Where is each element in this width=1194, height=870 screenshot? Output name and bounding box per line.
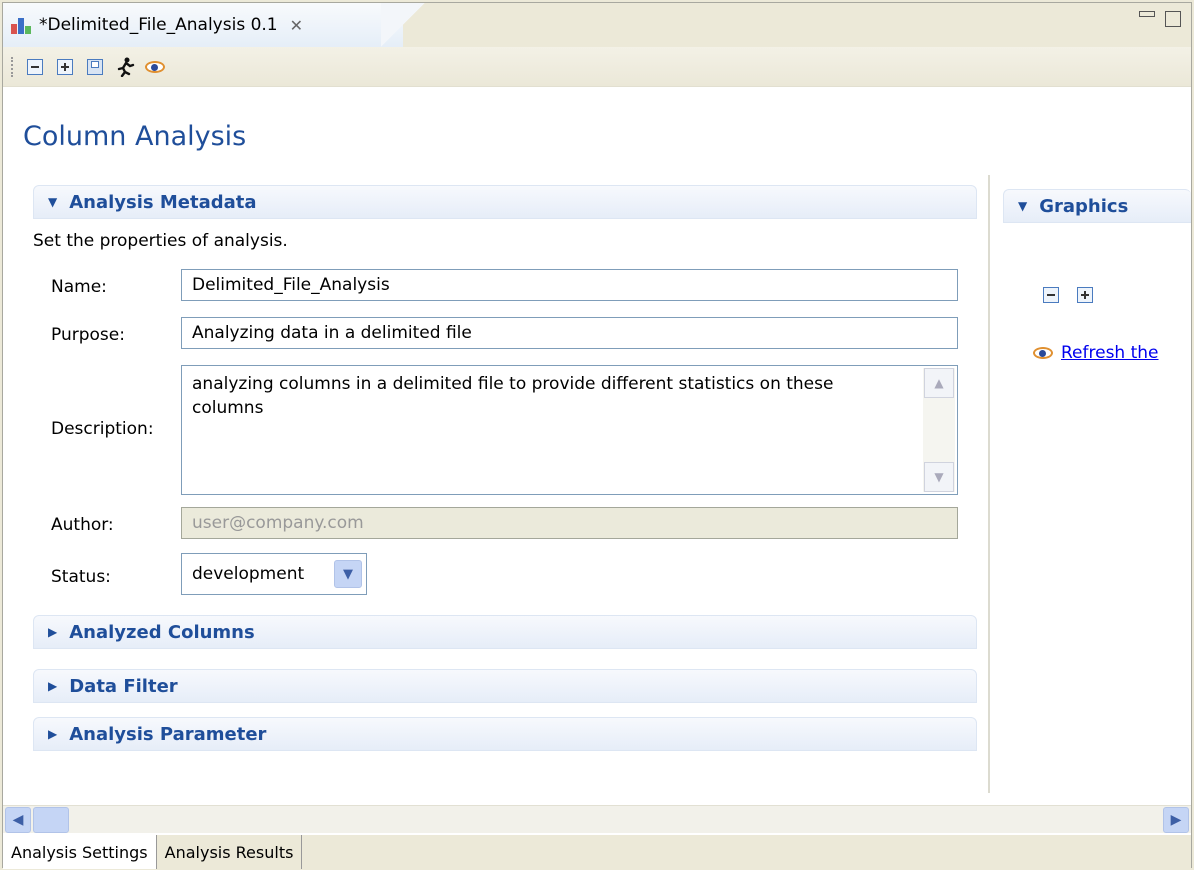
tab-title: *Delimited_File_Analysis 0.1 xyxy=(39,15,278,35)
description-label: Description: xyxy=(51,419,154,439)
page-title: Column Analysis xyxy=(23,121,247,152)
editor-toolbar xyxy=(3,47,1191,87)
section-title: Analysis Metadata xyxy=(69,191,257,213)
section-title: Graphics xyxy=(1039,195,1129,217)
description-text: analyzing columns in a delimited file to… xyxy=(192,374,834,418)
close-icon[interactable]: ✕ xyxy=(290,16,303,35)
section-data-filter[interactable]: ▶ Data Filter xyxy=(33,669,977,703)
collapsed-triangle-icon: ▶ xyxy=(48,679,58,693)
status-value: development xyxy=(192,564,305,584)
minimize-icon[interactable] xyxy=(1139,11,1155,17)
editor-tab[interactable]: *Delimited_File_Analysis 0.1 ✕ xyxy=(3,3,425,47)
scroll-up-icon[interactable]: ▲ xyxy=(924,368,954,398)
tab-analysis-settings[interactable]: Analysis Settings xyxy=(3,835,157,869)
expanded-triangle-icon: ▼ xyxy=(1018,199,1028,213)
editor-tabstrip: *Delimited_File_Analysis 0.1 ✕ xyxy=(3,3,1191,47)
collapse-all-button[interactable] xyxy=(25,57,45,77)
tab-analysis-results[interactable]: Analysis Results xyxy=(157,835,303,869)
maximize-icon[interactable] xyxy=(1165,11,1181,27)
purpose-label: Purpose: xyxy=(51,325,125,345)
section-analysis-metadata[interactable]: ▼ Analysis Metadata xyxy=(33,185,977,219)
scroll-left-icon[interactable]: ◀ xyxy=(5,807,31,833)
collapse-all-icon xyxy=(27,58,43,75)
horizontal-scrollbar[interactable]: ◀ ▶ xyxy=(3,805,1191,833)
save-button[interactable] xyxy=(85,57,105,77)
section-title: Analyzed Columns xyxy=(69,621,255,643)
collapse-all-icon[interactable] xyxy=(1043,287,1059,303)
eye-icon xyxy=(145,60,165,73)
section-analyzed-columns[interactable]: ▶ Analyzed Columns xyxy=(33,615,977,649)
preview-button[interactable] xyxy=(145,57,165,77)
save-icon xyxy=(87,58,103,75)
section-analysis-parameter[interactable]: ▶ Analysis Parameter xyxy=(33,717,977,751)
collapsed-triangle-icon: ▶ xyxy=(48,625,58,639)
toolbar-grip[interactable] xyxy=(11,56,15,77)
section-graphics[interactable]: ▼ Graphics xyxy=(1003,189,1191,223)
expand-all-icon[interactable] xyxy=(1077,287,1093,303)
run-button[interactable] xyxy=(115,57,135,77)
author-field[interactable]: user@company.com xyxy=(181,507,958,539)
panel-divider[interactable] xyxy=(988,175,990,793)
purpose-field[interactable]: Analyzing data in a delimited file xyxy=(181,317,958,349)
expand-all-icon xyxy=(57,58,73,75)
scroll-thumb[interactable] xyxy=(33,807,69,833)
window-controls xyxy=(1139,11,1181,27)
graphics-toolbar xyxy=(1043,287,1093,303)
expanded-triangle-icon: ▼ xyxy=(48,195,58,209)
chevron-down-icon[interactable]: ▼ xyxy=(334,560,362,588)
section-title: Analysis Parameter xyxy=(69,723,267,745)
bottom-tabs: Analysis Settings Analysis Results xyxy=(3,835,1191,869)
section-description: Set the properties of analysis. xyxy=(33,231,288,251)
refresh-link[interactable]: Refresh the xyxy=(1061,343,1159,363)
status-label: Status: xyxy=(51,567,111,587)
author-label: Author: xyxy=(51,515,114,535)
chart-icon xyxy=(11,16,33,34)
name-field[interactable]: Delimited_File_Analysis xyxy=(181,269,958,301)
run-icon xyxy=(117,57,135,77)
name-label: Name: xyxy=(51,277,107,297)
scroll-right-icon[interactable]: ▶ xyxy=(1163,807,1189,833)
section-title: Data Filter xyxy=(69,675,178,697)
expand-all-button[interactable] xyxy=(55,57,75,77)
status-select[interactable]: development ▼ xyxy=(181,553,367,595)
collapsed-triangle-icon: ▶ xyxy=(48,727,58,741)
editor-window: *Delimited_File_Analysis 0.1 ✕ Column An… xyxy=(2,2,1192,869)
refresh-graphics: Refresh the xyxy=(1033,343,1159,363)
description-textarea[interactable]: analyzing columns in a delimited file to… xyxy=(181,365,958,495)
description-scrollbar[interactable]: ▲ ▼ xyxy=(923,368,955,492)
eye-icon xyxy=(1033,347,1053,359)
scroll-down-icon[interactable]: ▼ xyxy=(924,462,954,492)
